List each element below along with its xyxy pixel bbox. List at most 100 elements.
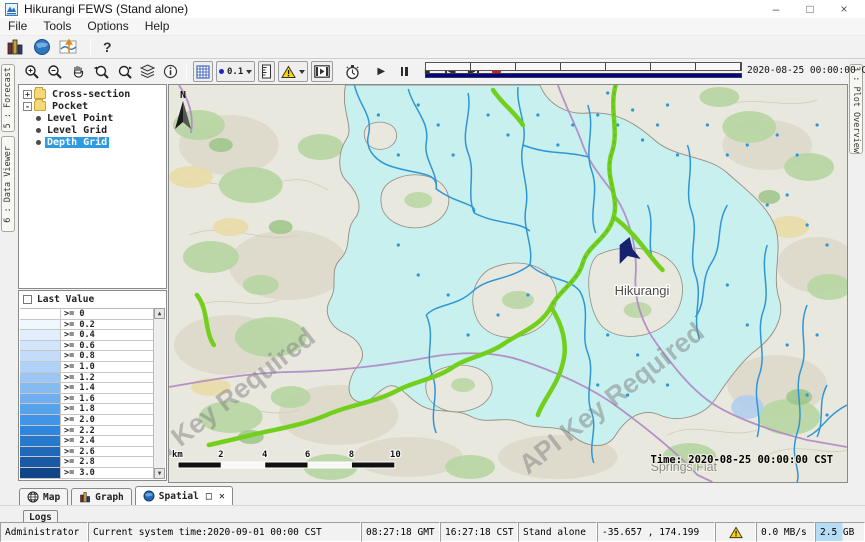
tree-node-level-grid[interactable]: Level Grid	[21, 124, 166, 136]
help-icon[interactable]: ?	[103, 39, 112, 55]
legend-swatch	[20, 309, 60, 319]
maximize-button[interactable]: □	[793, 0, 827, 18]
menu-tools[interactable]: Tools	[35, 18, 79, 35]
status-warning-cell[interactable]	[715, 522, 756, 542]
legend-row: >= 1.2	[20, 373, 165, 384]
scale-unit: km	[172, 450, 183, 460]
zoom-in-icon[interactable]	[22, 62, 42, 82]
legend-scrollbar[interactable]: ▲ ▼	[153, 308, 165, 479]
spatial-globe-icon	[143, 490, 155, 502]
legend-row: >= 3.0	[20, 468, 165, 479]
status-coordinates: -35.657 , 174.199	[597, 522, 715, 542]
legend-row: >= 0.2	[20, 320, 165, 331]
legend-swatch	[20, 394, 60, 404]
map-time-label: Time: 2020-08-25 00:00:00 CST	[651, 454, 834, 466]
mid-zone: 5 : Forecast 6 : Data Viewer 3 : Plot Ov…	[0, 59, 865, 486]
toolbar-separator	[90, 39, 91, 55]
legend-row: >= 0.8	[20, 351, 165, 362]
tab-map[interactable]: Map	[19, 488, 68, 505]
map-toolbar: 0.1 ▶ ■ ◀ ▶	[16, 59, 848, 84]
status-local-time: 16:27:18 CST	[440, 522, 518, 542]
info-icon[interactable]	[160, 62, 180, 82]
legend-row: >= 2.2	[20, 426, 165, 437]
interval-value: 0.1	[227, 67, 243, 77]
legend-table: >= 0 >= 0.2 >= 0.4 >= 0.6 >= 0.8 >= 1.0 …	[20, 308, 165, 479]
logs-row: Logs	[0, 505, 865, 522]
svg-text:2: 2	[218, 450, 223, 460]
status-bar: Administrator Current system time:2020-0…	[0, 522, 865, 542]
status-user: Administrator	[0, 522, 88, 542]
tab-graph[interactable]: Graph	[71, 488, 132, 505]
time-slider[interactable]	[425, 62, 742, 81]
pan-hand-icon[interactable]	[68, 62, 88, 82]
legend-swatch	[20, 373, 60, 383]
window-controls: – □ ×	[759, 0, 865, 18]
menu-help[interactable]: Help	[137, 18, 178, 35]
window-title: Hikurangi FEWS (Stand alone)	[24, 2, 188, 16]
expander-icon[interactable]: +	[23, 90, 32, 99]
status-mode: Stand alone	[518, 522, 597, 542]
last-value-checkbox[interactable]	[23, 295, 32, 304]
map-view[interactable]: API Key Required API Key Required N Hiku…	[168, 84, 848, 483]
legend-row: >= 0.6	[20, 341, 165, 352]
scroll-up-icon[interactable]: ▲	[154, 308, 165, 319]
timer-icon[interactable]	[342, 62, 362, 82]
layers-icon[interactable]	[137, 62, 157, 82]
ruler-button[interactable]	[258, 61, 275, 82]
legend-swatch	[20, 479, 60, 480]
legend-swatch	[20, 468, 60, 478]
folder-icon	[34, 89, 46, 99]
svg-text:6: 6	[305, 450, 310, 460]
tab-plot-overview[interactable]: 3 : Plot Overview	[849, 64, 863, 154]
play-icon[interactable]: ▶	[371, 62, 391, 82]
legend-swatch	[20, 404, 60, 414]
toolbar-separator	[186, 63, 187, 81]
bottom-tab-bar: Map Graph Spatial □ ✕	[0, 486, 865, 505]
chevron-down-icon	[246, 70, 252, 74]
tab-maximize-icon[interactable]: □	[206, 491, 212, 502]
tab-close-icon[interactable]: ✕	[219, 491, 225, 502]
map-globe-icon	[27, 491, 39, 503]
left-panel: + Cross-section - Pocket Level Point	[16, 84, 168, 486]
map-decor: API Key Required API Key Required	[169, 85, 847, 482]
zoom-out-icon[interactable]	[45, 62, 65, 82]
close-button[interactable]: ×	[827, 0, 861, 18]
bullet-icon	[36, 116, 41, 121]
menu-file[interactable]: File	[0, 18, 35, 35]
zoom-next-icon[interactable]	[114, 62, 134, 82]
tab-forecast[interactable]: 5 : Forecast	[1, 64, 15, 132]
database-bars-icon[interactable]	[6, 38, 25, 56]
legend-swatch	[20, 320, 60, 330]
profile-chart-icon[interactable]	[59, 38, 78, 56]
status-gmt-time: 08:27:18 GMT	[361, 522, 440, 542]
svg-text:N: N	[180, 90, 186, 101]
tab-spatial[interactable]: Spatial □ ✕	[135, 486, 233, 505]
tree-node-pocket[interactable]: - Pocket	[21, 100, 166, 112]
interval-dropdown[interactable]: 0.1	[216, 61, 255, 82]
time-slider-track[interactable]	[425, 62, 742, 71]
zoom-previous-icon[interactable]	[91, 62, 111, 82]
tab-data-viewer[interactable]: 6 : Data Viewer	[1, 136, 15, 232]
minimize-button[interactable]: –	[759, 0, 793, 18]
last-value-label: Last Value	[37, 294, 94, 305]
status-network-rate: 0.0 MB/s	[756, 522, 815, 542]
legend-row: >= 2.8	[20, 457, 165, 468]
svg-text:4: 4	[262, 450, 267, 460]
main-toolbar: ?	[0, 36, 865, 59]
expander-icon[interactable]: -	[23, 102, 32, 111]
scroll-down-icon[interactable]: ▼	[154, 468, 165, 479]
pause-icon[interactable]	[394, 62, 414, 82]
warning-dropdown[interactable]	[278, 61, 308, 82]
right-tab-strip: 3 : Plot Overview	[848, 59, 865, 486]
app-logo-icon	[5, 3, 18, 16]
current-time-display: 2020-08-25 00:00:00 CST	[747, 65, 865, 76]
tree-node-depth-grid[interactable]: Depth Grid	[21, 136, 166, 148]
tree-node-level-point[interactable]: Level Point	[21, 112, 166, 124]
legend-row: >= 1.6	[20, 394, 165, 405]
grid-display-button[interactable]	[193, 61, 213, 82]
legend-row: >= 1.4	[20, 383, 165, 394]
globe-icon[interactable]	[33, 38, 51, 56]
movie-button[interactable]	[311, 61, 333, 82]
layer-tree: + Cross-section - Pocket Level Point	[18, 84, 167, 289]
menu-options[interactable]: Options	[79, 18, 136, 35]
